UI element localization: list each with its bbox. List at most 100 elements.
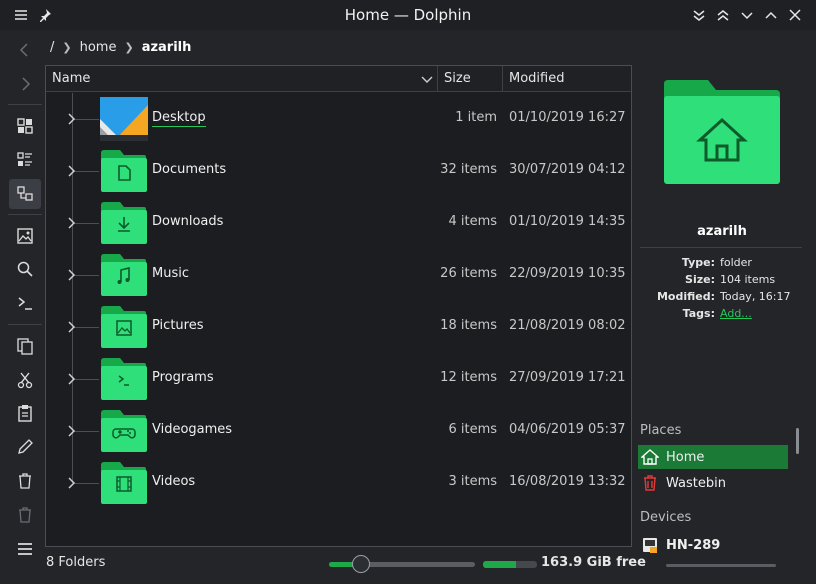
- table-row[interactable]: Downloads 4 items 01/10/2019 14:35: [46, 197, 631, 249]
- device-hn-289[interactable]: HN-289: [638, 533, 788, 557]
- file-name: Programs: [152, 370, 214, 385]
- place-wastebin[interactable]: Wastebin: [638, 471, 788, 495]
- metadata-key: Type:: [681, 256, 715, 269]
- chevron-right-icon: ❯: [62, 40, 72, 54]
- move-to-trash-button[interactable]: [9, 466, 41, 496]
- table-row[interactable]: Music 26 items 22/09/2019 10:35: [46, 249, 631, 301]
- chevron-right-icon[interactable]: [66, 164, 78, 178]
- chevron-right-icon[interactable]: [66, 424, 78, 438]
- terminal-button[interactable]: [9, 288, 41, 318]
- metadata-list: Type: folder Size: 104 items Modified: T…: [640, 256, 810, 324]
- main-toolbar: [0, 30, 44, 584]
- places-heading: Places: [640, 423, 682, 438]
- cut-button[interactable]: [9, 365, 41, 395]
- programs-folder-icon: [100, 357, 148, 401]
- file-size: 18 items: [440, 318, 497, 333]
- file-size: 6 items: [448, 422, 497, 437]
- hamburger-menu-button[interactable]: [9, 534, 41, 564]
- drive-icon: [641, 536, 659, 554]
- file-name: Downloads: [152, 214, 224, 229]
- file-modified: 27/09/2019 17:21: [509, 370, 626, 385]
- file-name: Documents: [152, 162, 227, 177]
- metadata-key: Size:: [685, 273, 715, 286]
- back-button[interactable]: [9, 35, 41, 65]
- file-name: Videos: [152, 474, 196, 489]
- column-modified-header[interactable]: Modified: [509, 71, 564, 86]
- folder-home-icon: [664, 78, 782, 186]
- file-modified: 21/08/2019 08:02: [509, 318, 626, 333]
- zoom-slider-handle[interactable]: [352, 555, 370, 573]
- copy-button[interactable]: [9, 331, 41, 361]
- file-size: 12 items: [440, 370, 497, 385]
- rename-button[interactable]: [9, 432, 41, 462]
- videos-folder-icon: [100, 461, 148, 505]
- search-button[interactable]: [9, 254, 41, 284]
- chevron-down-icon[interactable]: [420, 72, 434, 86]
- place-label: Home: [666, 449, 705, 465]
- forward-button[interactable]: [9, 69, 41, 99]
- table-row[interactable]: Desktop 1 item 01/10/2019 16:27: [46, 93, 631, 145]
- table-row[interactable]: Videos 3 items 16/08/2019 13:32: [46, 457, 631, 509]
- delete-button[interactable]: [9, 500, 41, 530]
- info-divider: [640, 247, 802, 248]
- videogames-folder-icon: [100, 409, 148, 453]
- place-home[interactable]: Home: [638, 445, 788, 469]
- add-tags-link[interactable]: Add...: [720, 307, 752, 324]
- table-row[interactable]: Documents 32 items 30/07/2019 04:12: [46, 145, 631, 197]
- file-modified: 22/09/2019 10:35: [509, 266, 626, 281]
- chevron-right-icon[interactable]: [66, 216, 78, 230]
- place-label: Wastebin: [666, 475, 726, 491]
- places-scrollbar[interactable]: [796, 428, 799, 454]
- table-row[interactable]: Videogames 6 items 04/06/2019 05:37: [46, 405, 631, 457]
- preview-button[interactable]: [9, 221, 41, 251]
- close-icon[interactable]: [787, 7, 803, 23]
- file-size: 1 item: [455, 110, 497, 125]
- column-name-header[interactable]: Name: [52, 71, 90, 86]
- table-row[interactable]: Pictures 18 items 21/08/2019 08:02: [46, 301, 631, 353]
- file-modified: 16/08/2019 13:32: [509, 474, 626, 489]
- compact-view-button[interactable]: [9, 145, 41, 175]
- file-size: 3 items: [448, 474, 497, 489]
- breadcrumb-home[interactable]: home: [80, 40, 117, 55]
- chevron-right-icon[interactable]: [66, 112, 78, 126]
- metadata-value: folder: [720, 256, 752, 269]
- file-name: Music: [152, 266, 189, 281]
- file-size: 4 items: [448, 214, 497, 229]
- metadata-value: 104 items: [720, 273, 776, 286]
- file-size: 32 items: [440, 162, 497, 177]
- music-folder-icon: [100, 253, 148, 297]
- breadcrumb-current[interactable]: azarilh: [142, 40, 192, 55]
- icons-view-button[interactable]: [9, 111, 41, 141]
- zoom-slider[interactable]: [329, 562, 475, 567]
- details-view-button[interactable]: [9, 179, 41, 209]
- device-usage-bar: [666, 564, 776, 567]
- column-size-header[interactable]: Size: [444, 71, 471, 86]
- home-icon: [641, 448, 659, 466]
- pictures-folder-icon: [100, 305, 148, 349]
- chevron-right-icon[interactable]: [66, 268, 78, 282]
- breadcrumb-root[interactable]: /: [50, 40, 54, 55]
- toolbar-divider: [8, 214, 42, 215]
- chevron-right-icon[interactable]: [66, 320, 78, 334]
- file-modified: 04/06/2019 05:37: [509, 422, 626, 437]
- title-bar: Home — Dolphin: [0, 0, 816, 30]
- maximize-icon[interactable]: [763, 7, 779, 23]
- file-name: Pictures: [152, 318, 204, 333]
- desktop-wallpaper-icon: [100, 97, 148, 141]
- file-list-panel: Name Size Modified Desktop 1 item 01/10/20…: [45, 65, 632, 547]
- chevron-right-icon[interactable]: [66, 372, 78, 386]
- metadata-row: Size: 104 items: [640, 273, 810, 290]
- documents-folder-icon: [100, 149, 148, 193]
- column-divider[interactable]: [437, 66, 438, 92]
- disk-usage-bar: [483, 561, 537, 568]
- toolbar-divider: [8, 324, 42, 325]
- column-header: Name Size Modified: [46, 66, 631, 92]
- file-size: 26 items: [440, 266, 497, 281]
- minimize-icon[interactable]: [739, 7, 755, 23]
- chevron-right-icon[interactable]: [66, 476, 78, 490]
- keep-below-icon[interactable]: [691, 7, 707, 23]
- table-row[interactable]: Programs 12 items 27/09/2019 17:21: [46, 353, 631, 405]
- column-divider[interactable]: [502, 66, 503, 92]
- paste-button[interactable]: [9, 398, 41, 428]
- keep-above-icon[interactable]: [715, 7, 731, 23]
